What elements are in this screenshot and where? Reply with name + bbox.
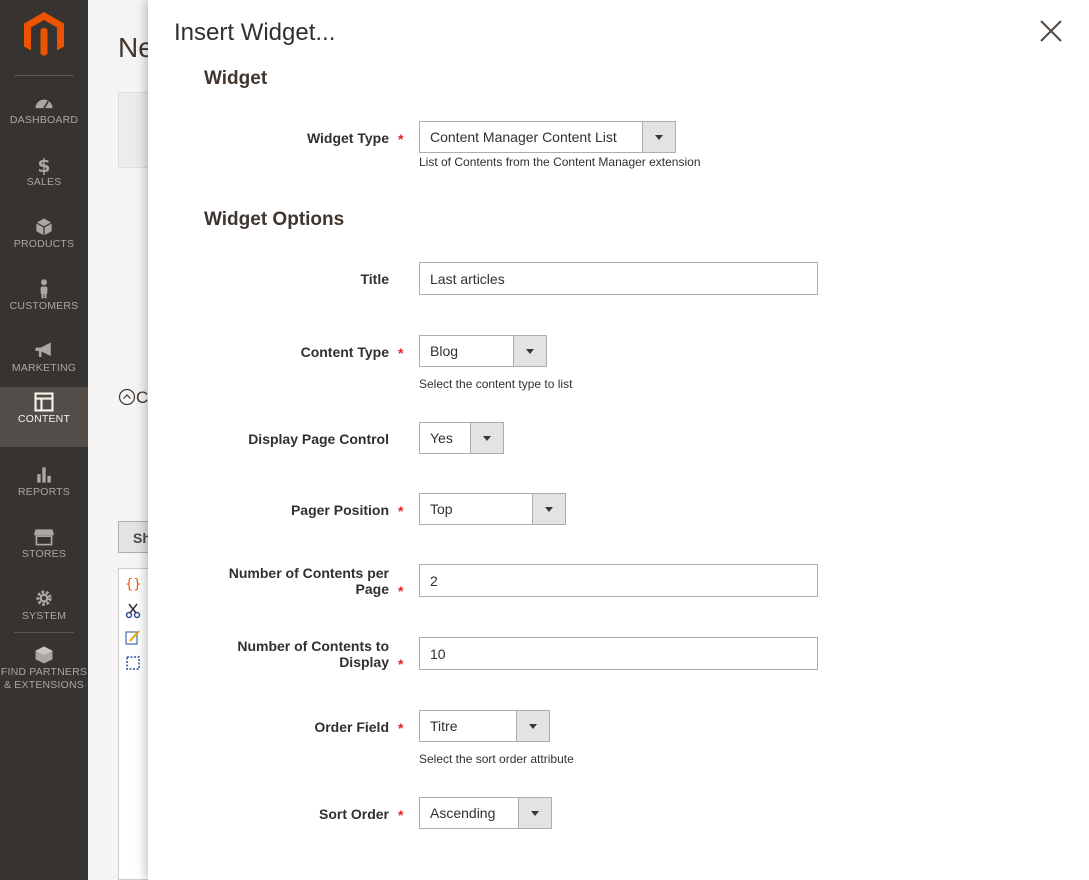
section-title-widget: Widget xyxy=(204,68,268,89)
svg-text:$: $ xyxy=(38,156,51,176)
select-value: Yes xyxy=(430,430,453,446)
content-type-label-wrap: Content Type xyxy=(148,343,389,383)
sidebar-item-label: MARKETING xyxy=(11,362,77,374)
dashboard-icon xyxy=(35,99,53,109)
sidebar-item-content[interactable]: CONTENT xyxy=(0,387,88,447)
sidebar-item-label: CONTENT xyxy=(17,413,71,425)
sort-order-select[interactable]: Ascending xyxy=(419,797,552,829)
display-page-control-select[interactable]: Yes xyxy=(419,422,504,454)
pager-position-select[interactable]: Top xyxy=(419,493,566,525)
chevron-down-icon xyxy=(516,711,549,741)
per-page-label-line1: Number of Contents per xyxy=(228,565,389,581)
select-value: Content Manager Content List xyxy=(430,129,617,145)
to-display-label-line1: Number of Contents to xyxy=(237,638,389,654)
gear-icon xyxy=(36,590,52,606)
collapsible-section[interactable]: C xyxy=(118,388,148,408)
required-mark: * xyxy=(398,131,404,147)
sidebar-divider xyxy=(14,75,74,76)
required-mark: * xyxy=(398,656,404,672)
sidebar-item-dashboard[interactable]: DASHBOARD xyxy=(0,88,88,150)
display-page-control-label: Display Page Control xyxy=(248,431,389,447)
display-page-control-label-wrap: Display Page Control xyxy=(148,430,389,470)
sidebar-item-reports[interactable]: REPORTS xyxy=(0,460,88,522)
required-mark: * xyxy=(398,720,404,736)
sidebar-item-find-partners[interactable]: FIND PARTNERS & EXTENSIONS xyxy=(0,640,88,700)
box-icon xyxy=(36,218,52,236)
sidebar-item-label: DASHBOARD xyxy=(9,114,79,126)
store-icon xyxy=(33,529,55,546)
chevron-down-icon xyxy=(518,798,551,828)
sidebar-item-label: STORES xyxy=(21,548,67,560)
title-label: Title xyxy=(360,271,389,287)
required-mark: * xyxy=(398,503,404,519)
sidebar-item-stores[interactable]: STORES xyxy=(0,522,88,584)
modal-title: Insert Widget... xyxy=(174,19,336,46)
sidebar-item-label: REPORTS xyxy=(18,486,70,498)
person-icon xyxy=(40,279,48,299)
chevron-down-icon xyxy=(470,423,503,453)
pager-position-label: Pager Position xyxy=(290,502,389,518)
select-value: Top xyxy=(430,501,453,517)
scissors-icon[interactable] xyxy=(125,603,141,619)
widget-type-label: Widget Type xyxy=(306,130,389,146)
sort-order-label-wrap: Sort Order xyxy=(148,805,389,845)
order-field-label: Order Field xyxy=(314,719,389,735)
admin-sidebar: DASHBOARD $ SALES PRODUCTS CUSTOMERS MAR… xyxy=(0,0,88,880)
content-type-note: Select the content type to list xyxy=(419,377,573,391)
magento-logo[interactable] xyxy=(24,12,64,56)
insert-widget-modal: Insert Widget... Widget Widget Type * Co… xyxy=(148,0,1089,880)
bar-chart-icon xyxy=(37,467,51,483)
per-page-input[interactable] xyxy=(419,564,818,597)
content-type-label: Content Type xyxy=(300,344,389,360)
to-display-label-wrap: Number of Contents to Display xyxy=(148,638,389,678)
sidebar-item-label: SALES xyxy=(26,176,62,188)
order-field-note: Select the sort order attribute xyxy=(419,752,574,766)
title-input[interactable] xyxy=(419,262,818,295)
chevron-down-icon xyxy=(513,336,546,366)
order-field-label-wrap: Order Field xyxy=(148,718,389,758)
sidebar-item-label: & EXTENSIONS xyxy=(3,679,84,691)
cube-icon xyxy=(35,646,53,664)
sidebar-item-products[interactable]: PRODUCTS xyxy=(0,212,88,274)
megaphone-icon xyxy=(35,342,51,357)
sort-order-label: Sort Order xyxy=(318,806,389,822)
section-title-widget-options: Widget Options xyxy=(204,209,345,230)
per-page-label-line2: Page xyxy=(355,581,389,597)
select-value: Ascending xyxy=(430,805,496,821)
sidebar-item-label: FIND PARTNERS xyxy=(0,666,88,678)
chevron-up-circle-icon xyxy=(118,388,136,406)
title-label-wrap: Title xyxy=(148,270,389,310)
sidebar-item-label: CUSTOMERS xyxy=(9,300,79,312)
widget-type-note: List of Contents from the Content Manage… xyxy=(419,155,701,169)
widget-type-label-wrap: Widget Type xyxy=(148,129,389,169)
required-mark: * xyxy=(398,345,404,361)
to-display-label-line2: Display xyxy=(339,654,389,670)
order-field-select[interactable]: Titre xyxy=(419,710,550,742)
layout-icon xyxy=(34,392,54,412)
to-display-input[interactable] xyxy=(419,637,818,670)
per-page-label-wrap: Number of Contents per Page xyxy=(148,565,389,605)
sidebar-item-system[interactable]: SYSTEM xyxy=(0,584,88,646)
section-label: C xyxy=(136,388,149,407)
close-icon[interactable] xyxy=(1038,18,1064,44)
chevron-down-icon xyxy=(532,494,565,524)
sidebar-item-label: PRODUCTS xyxy=(13,238,75,250)
sidebar-item-customers[interactable]: CUSTOMERS xyxy=(0,274,88,336)
required-mark: * xyxy=(398,583,404,599)
widget-type-select[interactable]: Content Manager Content List xyxy=(419,121,676,153)
chevron-down-icon xyxy=(642,122,675,152)
sidebar-item-label: SYSTEM xyxy=(21,610,67,622)
sidebar-divider xyxy=(14,632,74,633)
dollar-icon: $ xyxy=(38,156,51,176)
pager-position-label-wrap: Pager Position xyxy=(148,501,389,541)
content-type-select[interactable]: Blog xyxy=(419,335,547,367)
select-value: Blog xyxy=(430,343,459,359)
select-value: Titre xyxy=(430,718,458,734)
required-mark: * xyxy=(398,807,404,823)
sidebar-item-sales[interactable]: $ SALES xyxy=(0,150,88,212)
